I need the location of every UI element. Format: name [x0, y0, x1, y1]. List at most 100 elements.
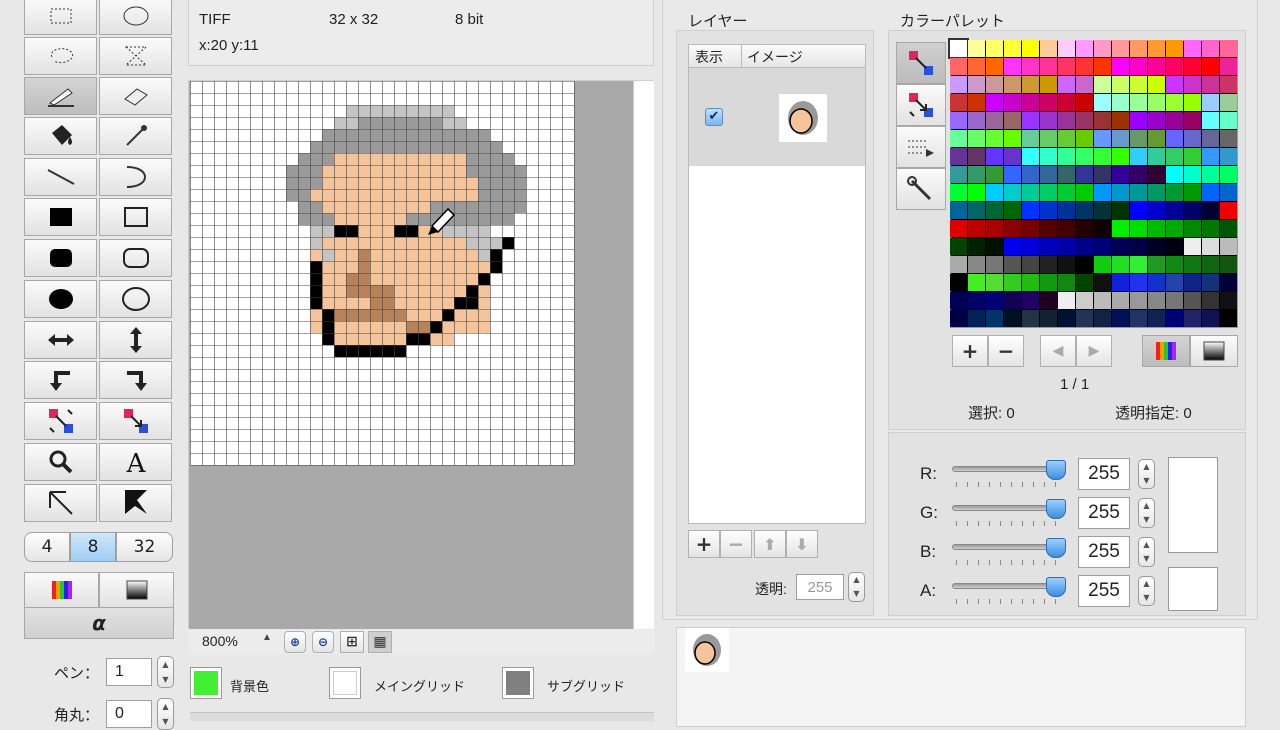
palette-swatch[interactable] [1058, 202, 1075, 219]
palette-swatch[interactable] [1112, 238, 1129, 255]
lasso-tool[interactable] [24, 37, 97, 75]
palette-swatch[interactable] [986, 130, 1003, 147]
palette-swatch[interactable] [986, 58, 1003, 75]
palette-swatch[interactable] [1184, 274, 1201, 291]
palette-swatch[interactable] [1076, 112, 1093, 129]
palette-swatch[interactable] [1166, 58, 1183, 75]
palette-swatch[interactable] [1220, 148, 1237, 165]
palette-swatch[interactable] [1184, 58, 1201, 75]
palette-swatch[interactable] [1202, 310, 1219, 327]
corner-radius-field[interactable]: 0 [106, 700, 152, 728]
palette-swatch[interactable] [1022, 310, 1039, 327]
palette-swatch[interactable] [950, 166, 967, 183]
channel-value-field[interactable]: 255 [1078, 536, 1130, 568]
palette-swatch[interactable] [1148, 94, 1165, 111]
palette-swatch[interactable] [1220, 166, 1237, 183]
palette-swatch[interactable] [1040, 256, 1057, 273]
palette-swatch[interactable] [1076, 256, 1093, 273]
palette-swatch[interactable] [1184, 220, 1201, 237]
palette-swatch[interactable] [1058, 256, 1075, 273]
filled-ellipse-tool[interactable] [24, 280, 97, 318]
palette-swatch[interactable] [968, 40, 985, 57]
palette-swatch[interactable] [950, 238, 967, 255]
palette-swatch[interactable] [986, 184, 1003, 201]
palette-swatch[interactable] [986, 94, 1003, 111]
palette-swatch[interactable] [1004, 220, 1021, 237]
palette-swatch[interactable] [1058, 76, 1075, 93]
palette-swatch[interactable] [1112, 166, 1129, 183]
palette-swatch[interactable] [1022, 94, 1039, 111]
palette-swatch[interactable] [1130, 274, 1147, 291]
palette-swatch[interactable] [1130, 40, 1147, 57]
channel-value-field[interactable]: 255 [1078, 458, 1130, 490]
palette-swatch[interactable] [1148, 292, 1165, 309]
palette-swatch[interactable] [1058, 112, 1075, 129]
palette-swatch[interactable] [1202, 40, 1219, 57]
palette-swatch[interactable] [1148, 220, 1165, 237]
palette-swatch[interactable] [1220, 130, 1237, 147]
palette-swatch[interactable] [1148, 310, 1165, 327]
corner-radius-stepper[interactable]: ▲ ▼ [157, 698, 174, 730]
palette-swatch[interactable] [1112, 112, 1129, 129]
palette-swatch[interactable] [1040, 274, 1057, 291]
palette-swatch[interactable] [1076, 58, 1093, 75]
palette-swatch[interactable] [1094, 130, 1111, 147]
palette-swap-mode[interactable] [896, 84, 946, 126]
rect-tool[interactable] [99, 198, 172, 236]
palette-swatch[interactable] [986, 166, 1003, 183]
palette-swatch[interactable] [1058, 184, 1075, 201]
palette-swatch[interactable] [968, 130, 985, 147]
palette-swatch[interactable] [1112, 220, 1129, 237]
eyedropper-tool[interactable] [99, 117, 172, 155]
palette-swatch[interactable] [1220, 40, 1237, 57]
pen-size-4[interactable]: 4 [24, 532, 70, 562]
round-rect-tool[interactable] [99, 239, 172, 277]
palette-swatch[interactable] [1004, 76, 1021, 93]
palette-swatch[interactable] [1040, 292, 1057, 309]
palette-swatch[interactable] [950, 292, 967, 309]
rotate-right-tool[interactable] [99, 361, 172, 399]
zoom-level[interactable]: 800% [202, 633, 238, 649]
palette-swatch[interactable] [1094, 220, 1111, 237]
remove-palette-color-button[interactable]: − [988, 335, 1024, 367]
palette-swatch[interactable] [1094, 40, 1111, 57]
palette-swatch[interactable] [1184, 292, 1201, 309]
palette-swatch[interactable] [1004, 292, 1021, 309]
palette-swatch[interactable] [1184, 184, 1201, 201]
palette-swatch[interactable] [1202, 166, 1219, 183]
palette-swatch[interactable] [1112, 256, 1129, 273]
replace-color-tool[interactable] [99, 402, 172, 440]
palette-swatch[interactable] [1130, 238, 1147, 255]
layer-visible-checkbox[interactable]: ✔ [705, 108, 723, 126]
palette-swatch[interactable] [1130, 112, 1147, 129]
palette-next-button[interactable]: ▶ [1076, 335, 1112, 367]
palette-swatch[interactable] [1184, 148, 1201, 165]
palette-swatch[interactable] [1040, 58, 1057, 75]
palette-swatch[interactable] [1040, 76, 1057, 93]
slider-thumb[interactable] [1046, 577, 1066, 597]
palette-swatch[interactable] [950, 130, 967, 147]
palette-swatch[interactable] [986, 292, 1003, 309]
palette-swatch[interactable] [1220, 256, 1237, 273]
palette-swatch[interactable] [950, 274, 967, 291]
palette-swatch[interactable] [968, 274, 985, 291]
palette-swatch[interactable] [1094, 58, 1111, 75]
palette-swatch[interactable] [1184, 310, 1201, 327]
palette-swatch[interactable] [1094, 238, 1111, 255]
palette-swatch[interactable] [1022, 238, 1039, 255]
pixel-canvas[interactable] [190, 81, 576, 469]
palette-sort-mode[interactable] [896, 126, 946, 168]
swap-colors-tool[interactable] [24, 402, 97, 440]
hotspot-tool[interactable] [24, 484, 97, 522]
remove-layer-button[interactable]: − [720, 530, 752, 558]
alpha-button[interactable]: α [24, 607, 174, 639]
palette-swatch[interactable] [1130, 256, 1147, 273]
palette-swatch[interactable] [1184, 256, 1201, 273]
palette-swatch[interactable] [1040, 112, 1057, 129]
palette-swatch[interactable] [1040, 202, 1057, 219]
layers-col-image[interactable]: イメージ [747, 47, 803, 67]
palette-swatch[interactable] [1220, 94, 1237, 111]
channel-value-field[interactable]: 255 [1078, 497, 1130, 529]
palette-swatch[interactable] [1130, 184, 1147, 201]
add-palette-color-button[interactable]: + [952, 335, 988, 367]
